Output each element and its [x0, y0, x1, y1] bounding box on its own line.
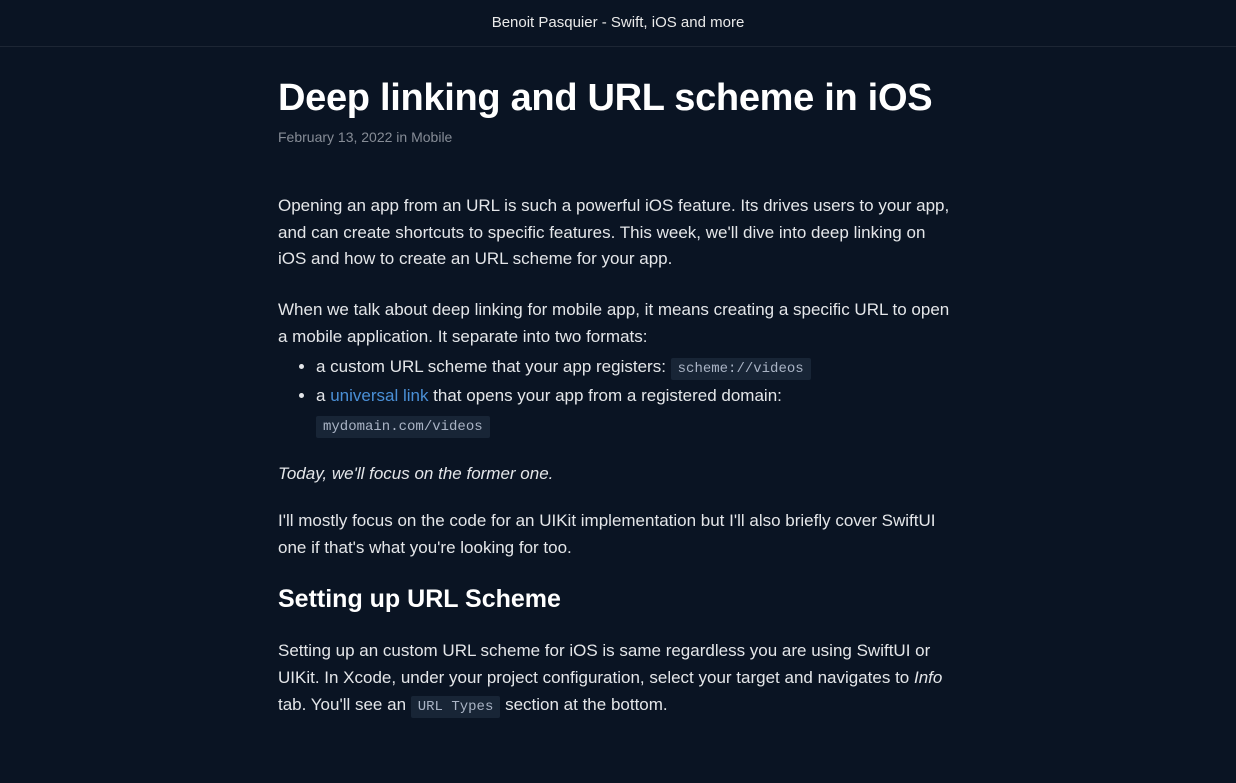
body-paragraph: I'll mostly focus on the code for an UIK…	[278, 508, 958, 562]
info-tab-term: Info	[914, 668, 942, 687]
bullet-text: a custom URL scheme that your app regist…	[316, 357, 671, 376]
section-heading: Setting up URL Scheme	[278, 585, 958, 614]
list-item: a universal link that opens your app fro…	[316, 382, 958, 440]
inline-code: URL Types	[411, 696, 501, 718]
body-text: tab. You'll see an	[278, 695, 411, 714]
list-item: a custom URL scheme that your app regist…	[316, 353, 958, 382]
page-title: Deep linking and URL scheme in iOS	[278, 77, 958, 121]
body-text: Setting up an custom URL scheme for iOS …	[278, 641, 930, 687]
inline-code: scheme://videos	[671, 358, 811, 380]
intro-paragraph: Opening an app from an URL is such a pow…	[278, 193, 958, 274]
in-separator: in	[396, 129, 407, 145]
formats-list: a custom URL scheme that your app regist…	[278, 353, 958, 440]
universal-link-link[interactable]: universal link	[330, 386, 428, 405]
setup-paragraph: Setting up an custom URL scheme for iOS …	[278, 638, 958, 719]
bullet-text: a	[316, 386, 330, 405]
category-link[interactable]: Mobile	[411, 129, 452, 145]
inline-code: mydomain.com/videos	[316, 416, 490, 438]
post-date: February 13, 2022	[278, 129, 392, 145]
body-text: section at the bottom.	[500, 695, 667, 714]
formats-intro-paragraph: When we talk about deep linking for mobi…	[278, 297, 958, 351]
bullet-text: that opens your app from a registered do…	[428, 386, 781, 405]
post-meta: February 13, 2022 in Mobile	[278, 129, 958, 145]
site-header: Benoit Pasquier - Swift, iOS and more	[0, 0, 1236, 47]
focus-note: Today, we'll focus on the former one.	[278, 464, 958, 484]
article-content: Deep linking and URL scheme in iOS Febru…	[278, 47, 958, 783]
site-title-link[interactable]: Benoit Pasquier - Swift, iOS and more	[492, 14, 745, 31]
